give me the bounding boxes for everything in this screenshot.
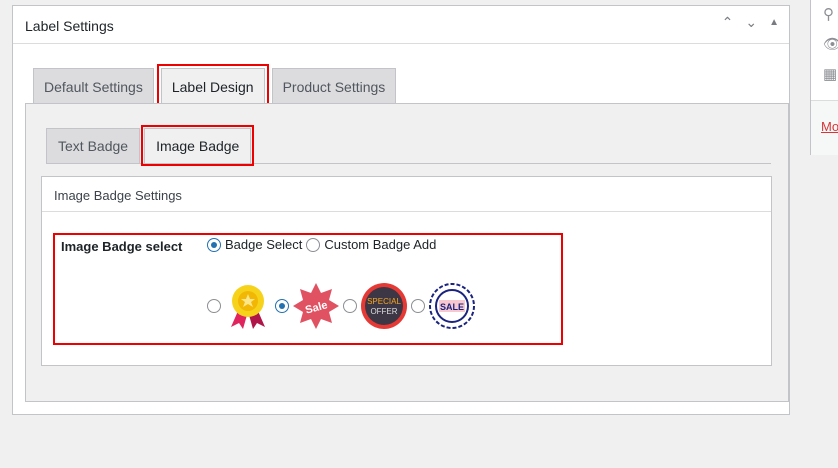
visibility-eye-icon: 👁 [823,36,838,53]
badge-radio-3[interactable] [343,299,357,313]
sale-seal-badge-icon: SALE [429,283,475,329]
badge-radio-1[interactable] [207,299,221,313]
toggle-panel-icon[interactable]: ▲ [769,17,779,31]
svg-text:SPECIAL: SPECIAL [367,297,401,306]
tab-product-settings[interactable]: Product Settings [271,68,397,105]
award-badge-icon [231,285,265,329]
image-badge-settings-box: Image Badge Settings Image Badge select … [41,176,772,366]
badge-select-area: Image Badge select Badge Select Custom B… [53,233,563,345]
svg-text:OFFER: OFFER [370,307,397,316]
field-label: Image Badge select [61,239,183,254]
badge-radio-2[interactable] [275,299,289,313]
right-sidebar: ⚲ 👁 ▦ Mo [810,0,838,155]
sale-star-badge-icon: Sale [293,283,339,329]
box-title: Image Badge Settings [42,177,771,212]
move-down-icon[interactable]: ⌄ [745,14,757,31]
custom-badge-radio[interactable] [306,237,321,252]
tab-default-settings[interactable]: Default Settings [33,68,154,105]
badge-select-radio[interactable] [207,237,221,252]
tab-label-design[interactable]: Label Design [156,64,269,109]
label-settings-panel: Label Settings ⌃ ⌄ ▲ Default Settings La… [12,5,790,415]
panel-header: Label Settings ⌃ ⌄ ▲ [13,6,789,44]
tab-content: Text Badge Image Badge Image Badge Setti… [25,103,789,402]
more-link[interactable]: Mo [811,119,838,134]
calendar-icon: ▦ [823,66,838,83]
subtab-text-badge[interactable]: Text Badge [46,128,141,163]
panel-title: Label Settings [25,18,114,34]
move-up-icon[interactable]: ⌃ [722,14,734,31]
pin-icon: ⚲ [823,6,834,23]
subtab-image-badge[interactable]: Image Badge [141,125,255,166]
special-offer-badge-icon: SPECIALOFFER [361,283,407,329]
badge-select-label: Badge Select [225,237,303,252]
svg-text:SALE: SALE [440,302,464,312]
badge-radio-4[interactable] [411,299,425,313]
custom-badge-label: Custom Badge Add [324,237,437,252]
